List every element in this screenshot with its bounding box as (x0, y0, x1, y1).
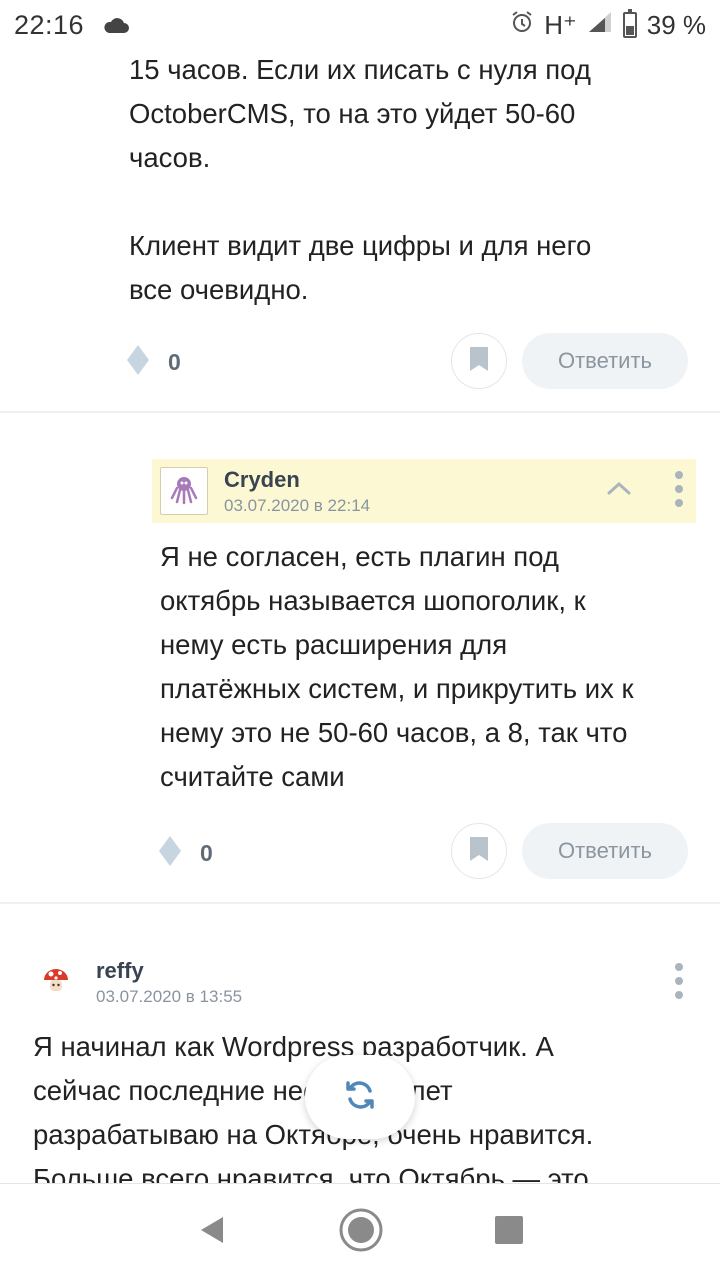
battery-icon (622, 9, 637, 38)
more-options-button[interactable] (675, 963, 683, 999)
vote-control[interactable]: 0 (126, 344, 181, 381)
signal-icon (587, 10, 613, 41)
author-block: reffy 03.07.2020 в 13:55 (96, 958, 242, 1007)
more-dot (675, 471, 683, 479)
comment-header: reffy 03.07.2020 в 13:55 (40, 952, 700, 1012)
comment-body: Я не согласен, есть плагин под октябрь н… (160, 541, 634, 792)
comment-divider (0, 902, 720, 904)
more-dot (675, 963, 683, 971)
author-name[interactable]: reffy (96, 958, 242, 984)
mushroom-avatar-icon (41, 965, 71, 1000)
comment-date: 03.07.2020 в 13:55 (96, 986, 243, 1006)
cloud-icon (102, 16, 130, 34)
bookmark-button[interactable] (451, 823, 507, 879)
more-options-button[interactable] (675, 471, 683, 507)
status-time: 22:16 (14, 9, 85, 40)
battery-level: 39 % (646, 9, 706, 40)
vote-control[interactable]: 0 (158, 835, 213, 872)
comment-body: 15 часов. Если их писать с нуля под Octo… (129, 54, 592, 305)
recents-icon[interactable] (493, 1214, 525, 1251)
octopus-avatar-icon (167, 472, 201, 511)
reply-button[interactable]: Ответить (522, 823, 688, 879)
bookmark-icon (468, 835, 490, 868)
rating-diamond-icon[interactable] (158, 835, 182, 872)
author-block: Cryden 03.07.2020 в 22:14 (224, 467, 370, 516)
avatar[interactable] (40, 966, 72, 998)
vote-count: 0 (168, 349, 181, 375)
more-dot (675, 977, 683, 985)
more-dot (675, 499, 683, 507)
network-type: H⁺ (544, 9, 577, 40)
bookmark-button[interactable] (451, 333, 507, 389)
home-icon[interactable] (338, 1207, 384, 1258)
status-bar: 22:16 H⁺ 39 % (0, 0, 720, 50)
reply-button[interactable]: Ответить (522, 333, 688, 389)
vote-count: 0 (200, 840, 213, 866)
avatar[interactable] (160, 467, 208, 515)
rating-diamond-icon[interactable] (126, 344, 150, 381)
more-dot (675, 991, 683, 999)
chevron-up-icon[interactable] (606, 479, 632, 502)
more-dot (675, 485, 683, 493)
comment-divider (0, 411, 720, 413)
author-name[interactable]: Cryden (224, 467, 370, 493)
refresh-button[interactable] (305, 1055, 415, 1139)
comment-date: 03.07.2020 в 22:14 (224, 495, 371, 515)
back-icon[interactable] (195, 1213, 229, 1252)
comment-header-highlighted: Cryden 03.07.2020 в 22:14 (152, 459, 696, 523)
system-nav-bar (0, 1183, 720, 1280)
bookmark-icon (468, 345, 490, 378)
status-indicators: H⁺ 39 % (510, 9, 706, 41)
refresh-icon (342, 1077, 378, 1118)
alarm-icon (510, 10, 534, 41)
